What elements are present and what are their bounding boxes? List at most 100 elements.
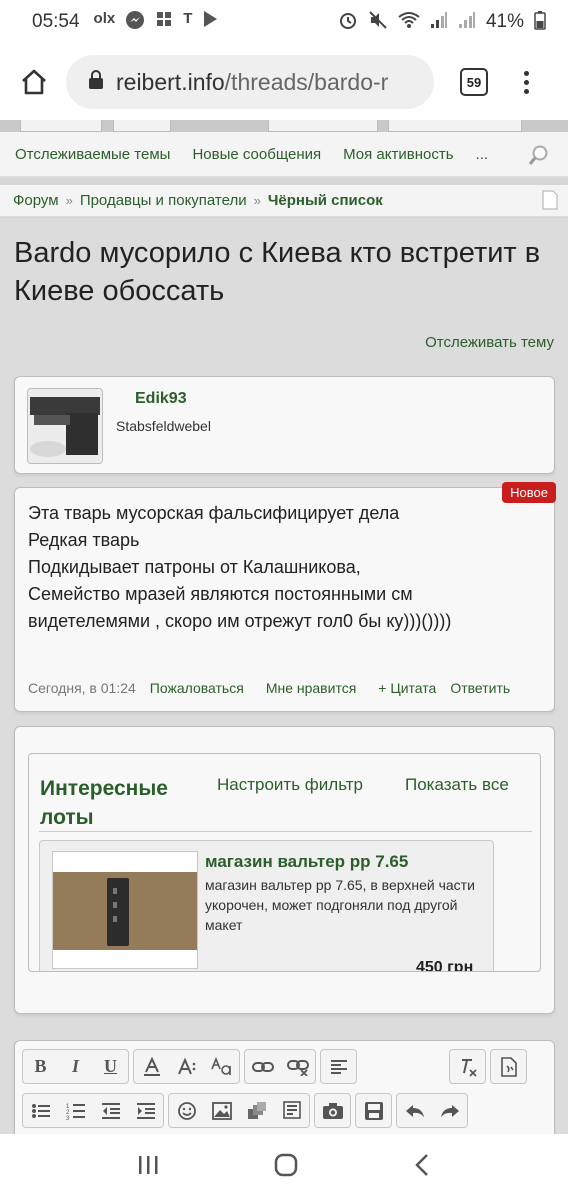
like-link[interactable]: Мне нравится [266, 680, 356, 696]
quote-icon[interactable] [274, 1094, 309, 1127]
t-app-icon: T [183, 10, 193, 27]
breadcrumb-current[interactable]: Чёрный список [268, 192, 383, 209]
tab-switcher-button[interactable]: 59 [460, 68, 488, 96]
indent-icon[interactable] [128, 1094, 163, 1127]
author-username[interactable]: Edik93 [135, 390, 187, 408]
notification-icons: olx T [94, 10, 219, 34]
document-icon[interactable] [542, 190, 558, 214]
breadcrumb-separator: » [65, 193, 73, 208]
unlink-icon[interactable] [280, 1050, 315, 1083]
author-rank: Stabsfeldwebel [116, 418, 211, 434]
home-icon [22, 69, 46, 95]
home-button[interactable] [14, 62, 54, 102]
author-card: Edik93 Stabsfeldwebel [14, 376, 555, 474]
grid-app-icon [155, 10, 173, 34]
redo-icon[interactable] [432, 1094, 467, 1127]
camera-icon[interactable] [315, 1094, 350, 1127]
underline-icon[interactable]: U [93, 1050, 128, 1083]
link-icon[interactable] [245, 1050, 280, 1083]
search-icon[interactable] [528, 144, 550, 170]
post-line: Эта тварь мусорская фальсифицирует дела [28, 503, 400, 523]
svg-text:3: 3 [66, 1116, 70, 1120]
toggle-bbcode-icon[interactable] [491, 1050, 526, 1083]
nav-watched-threads[interactable]: Отслеживаемые темы [15, 146, 170, 163]
wifi-icon [398, 11, 420, 34]
olx-icon: olx [93, 10, 116, 27]
lot-description: магазин вальтер pp 7.65, в верхней части… [205, 877, 475, 933]
smilie-icon[interactable] [169, 1094, 204, 1127]
image-icon[interactable] [204, 1094, 239, 1127]
lots-show-all-link[interactable]: Показать все [405, 775, 509, 795]
bullet-list-icon[interactable] [23, 1094, 58, 1127]
font-size-icon[interactable] [169, 1050, 204, 1083]
bold-icon[interactable]: B [23, 1050, 58, 1083]
post-line: Семейство мразей являются постоянными см [28, 584, 413, 604]
post-body: Эта тварь мусорская фальсифицирует дела … [28, 500, 548, 635]
breadcrumb-separator: » [253, 193, 261, 208]
top-nav-strip [0, 120, 568, 132]
reply-editor: B I U 1 2 3 [14, 1040, 555, 1134]
italic-icon[interactable]: I [58, 1050, 93, 1083]
nav-new-posts[interactable]: Новые сообщения [192, 146, 321, 163]
divider [39, 831, 532, 832]
page-title: Bardo мусорило с Киева кто встретит в Ки… [14, 237, 541, 307]
quick-nav: Отслеживаемые темы Новые сообщения Моя а… [0, 132, 568, 178]
lot-item[interactable]: магазин вальтер pp 7.65 магазин вальтер … [39, 840, 494, 972]
text-color-icon[interactable] [134, 1050, 169, 1083]
lots-widget: Интересные лоты Настроить фильтр Показат… [14, 726, 555, 1014]
numbered-list-icon[interactable]: 123 [58, 1094, 93, 1127]
mute-icon [368, 10, 388, 35]
report-link[interactable]: Пожаловаться [150, 680, 244, 696]
battery-icon [534, 10, 546, 35]
recent-apps-button[interactable] [136, 1154, 160, 1181]
url-path: /threads/bardo-r [224, 68, 389, 95]
browser-toolbar: reibert.info/threads/bardo-r 59 [0, 44, 568, 120]
alarm-icon [338, 10, 358, 35]
media-icon[interactable] [239, 1094, 274, 1127]
watch-thread-link[interactable]: Отслеживать тему [425, 334, 554, 351]
home-nav-button[interactable] [273, 1152, 299, 1183]
clock: 05:54 [32, 11, 80, 32]
back-button[interactable] [412, 1152, 432, 1183]
avatar[interactable] [27, 388, 103, 464]
quote-link[interactable]: + Цитата [378, 680, 436, 696]
post-line: Подкидывает патроны от Калашникова, [28, 557, 361, 577]
breadcrumb: Форум » Продавцы и покупатели » Чёрный с… [0, 185, 568, 217]
remove-format-icon[interactable] [450, 1050, 485, 1083]
status-bar: 05:54 olx T 41% [0, 0, 568, 44]
post-meta: Сегодня, в 01:24 Пожаловаться Мне нравит… [28, 680, 553, 696]
font-family-icon[interactable] [204, 1050, 239, 1083]
outdent-icon[interactable] [93, 1094, 128, 1127]
nav-my-activity[interactable]: Моя активность [343, 146, 453, 163]
breadcrumb-sellers[interactable]: Продавцы и покупатели [80, 192, 247, 209]
browser-menu-button[interactable] [524, 70, 529, 94]
lot-image[interactable] [52, 851, 198, 969]
system-icons: 41% [338, 10, 546, 35]
post-line: Редкая тварь [28, 530, 140, 550]
web-page: Отслеживаемые темы Новые сообщения Моя а… [0, 120, 568, 1134]
editor-toolbar-row-2: 123 [22, 1093, 468, 1128]
battery-percent: 41% [485, 11, 524, 32]
system-nav-bar [0, 1134, 568, 1200]
post-card: Новое Эта тварь мусорская фальсифицирует… [14, 482, 556, 712]
lot-price: 450 грн [416, 959, 474, 972]
signal-icon [430, 11, 448, 34]
messenger-icon [125, 10, 145, 34]
lots-panel: Интересные лоты Настроить фильтр Показат… [28, 753, 541, 972]
play-store-icon [202, 10, 218, 34]
save-icon[interactable] [356, 1094, 391, 1127]
lots-title: Интересные лоты [40, 777, 168, 829]
lot-name[interactable]: магазин вальтер pp 7.65 [205, 852, 408, 872]
undo-icon[interactable] [397, 1094, 432, 1127]
align-icon[interactable] [321, 1050, 356, 1083]
post-line: видетелемями , скоро им отрежут гол0 бы … [28, 611, 452, 631]
lock-icon [88, 69, 104, 96]
nav-more[interactable]: ... [476, 146, 489, 163]
lots-filter-link[interactable]: Настроить фильтр [217, 775, 363, 795]
editor-toolbar-row-1: B I U [22, 1049, 527, 1084]
post-date[interactable]: Сегодня, в 01:24 [28, 680, 136, 696]
address-bar[interactable]: reibert.info/threads/bardo-r [66, 55, 434, 109]
signal-icon-2 [458, 11, 476, 34]
breadcrumb-forum[interactable]: Форум [13, 192, 59, 209]
reply-link[interactable]: Ответить [450, 680, 510, 696]
